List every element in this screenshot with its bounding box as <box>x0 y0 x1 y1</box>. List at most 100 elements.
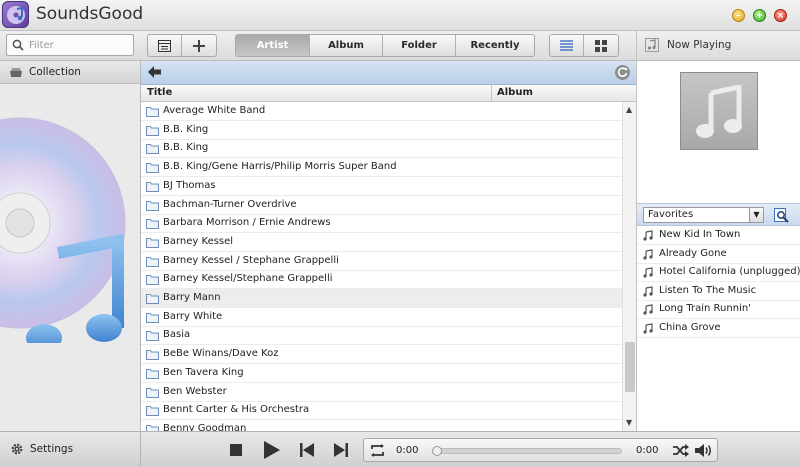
folder-icon <box>146 368 159 379</box>
collection-icon <box>10 68 22 77</box>
next-track-icon[interactable] <box>334 443 348 457</box>
artist-name: Ben Tavera King <box>163 366 244 378</box>
list-scrollbar[interactable]: ▲ ▼ <box>622 102 636 431</box>
list-row[interactable]: Barney Kessel / Stephane Grappelli <box>141 252 622 271</box>
title-bar: SoundsGood – + × <box>0 0 800 31</box>
album-column-header[interactable]: Album <box>497 87 533 98</box>
playlist-track[interactable]: Long Train Runnin' <box>637 300 800 320</box>
app-logo-icon <box>2 1 29 28</box>
back-arrow-icon[interactable] <box>148 66 161 78</box>
artist-name: Bennt Carter & His Orchestra <box>163 404 310 416</box>
playlist-search-icon[interactable] <box>774 208 790 223</box>
filter-input[interactable] <box>29 37 129 53</box>
grid-view-icon <box>595 39 607 52</box>
repeat-icon[interactable] <box>370 444 385 457</box>
tab-recently[interactable]: Recently <box>456 35 534 56</box>
filter-box[interactable] <box>6 34 134 56</box>
list-row[interactable]: Bennt Carter & His Orchestra <box>141 401 622 421</box>
folder-icon <box>146 350 159 361</box>
music-note-icon <box>643 248 653 260</box>
tab-folder[interactable]: Folder <box>383 35 456 56</box>
music-note-icon <box>643 267 653 278</box>
list-row[interactable]: B.B. King/Gene Harris/Philip Morris Supe… <box>141 158 622 178</box>
list-row[interactable]: B.B. King <box>141 121 622 140</box>
list-row[interactable]: Barbara Morrison / Ernie Andrews <box>141 214 622 234</box>
list-row[interactable]: Barney Kessel <box>141 233 622 252</box>
stop-button-icon[interactable] <box>230 444 242 456</box>
close-button[interactable]: × <box>774 9 787 22</box>
track-title: Hotel California (unplugged) <box>659 266 800 278</box>
list-row[interactable]: Barney Kessel/Stephane Grappelli <box>141 270 622 290</box>
music-note-icon <box>696 85 742 138</box>
grid-view-button[interactable] <box>584 35 618 56</box>
minimize-button[interactable]: – <box>732 9 745 22</box>
navigation-bar <box>141 61 636 85</box>
track-title: New Kid In Town <box>659 229 741 240</box>
playlist-track[interactable]: China Grove <box>637 319 800 338</box>
maximize-button[interactable]: + <box>753 9 766 22</box>
column-divider[interactable] <box>491 85 492 102</box>
list-row[interactable]: Barry Mann <box>141 289 622 308</box>
gear-icon <box>11 443 23 455</box>
remaining-time: 0:00 <box>636 445 659 456</box>
artist-name: B.B. King <box>163 142 209 154</box>
list-row[interactable]: BeBe Winans/Dave Koz <box>141 345 622 365</box>
plus-icon <box>193 39 205 52</box>
artist-name: Basia <box>163 329 191 341</box>
add-button[interactable] <box>182 35 216 56</box>
tab-artist[interactable]: Artist <box>236 35 310 56</box>
now-playing-panel: Favorites ▼ New Kid In Town Already Gone H… <box>636 61 800 431</box>
list-row[interactable]: Benny Goodman <box>141 420 622 431</box>
music-note-icon <box>643 323 653 334</box>
playlist-track[interactable]: Already Gone <box>637 245 800 264</box>
artist-name: Average White Band <box>163 105 266 116</box>
folder-icon <box>146 275 159 286</box>
playlist-select[interactable]: Favorites ▼ <box>643 207 764 223</box>
playlist-track[interactable]: Listen To The Music <box>637 282 800 301</box>
list-row[interactable]: Barry White <box>141 308 622 327</box>
playlist-selector-bar: Favorites ▼ <box>637 203 800 226</box>
artist-name: Barry Mann <box>163 292 221 303</box>
previous-track-icon[interactable] <box>300 443 314 457</box>
list-view-icon <box>560 40 573 51</box>
search-icon <box>12 39 24 51</box>
artist-name: B.B. King/Gene Harris/Philip Morris Supe… <box>163 161 397 173</box>
list-row[interactable]: Average White Band <box>141 102 622 121</box>
list-row[interactable]: Ben Tavera King <box>141 364 622 383</box>
track-title: China Grove <box>659 322 721 333</box>
artist-name: BJ Thomas <box>163 179 216 191</box>
sidebar-item-collection[interactable]: Collection <box>0 61 140 84</box>
list-view-button[interactable] <box>550 35 584 56</box>
elapsed-time: 0:00 <box>396 445 419 456</box>
list-row[interactable]: B.B. King <box>141 139 622 159</box>
playlist-track[interactable]: Hotel California (unplugged) <box>637 263 800 283</box>
folder-icon <box>146 163 159 174</box>
library-actions <box>147 34 217 57</box>
settings-button[interactable]: Settings <box>0 432 141 467</box>
chevron-down-icon[interactable]: ▼ <box>749 208 763 222</box>
play-button-icon[interactable] <box>264 441 280 459</box>
list-row[interactable]: BJ Thomas <box>141 177 622 196</box>
scroll-up-arrow-icon[interactable]: ▲ <box>626 105 632 114</box>
playlist-track[interactable]: New Kid In Town <box>637 226 800 245</box>
seek-control: 0:00 0:00 <box>363 438 718 462</box>
list-row[interactable]: Bachman-Turner Overdrive <box>141 196 622 215</box>
list-row[interactable]: Basia <box>141 326 622 346</box>
music-note-icon <box>643 304 653 315</box>
refresh-button[interactable] <box>615 65 630 80</box>
volume-icon[interactable] <box>695 443 713 458</box>
seek-slider[interactable] <box>432 446 622 456</box>
scroll-down-arrow-icon[interactable]: ▼ <box>626 418 632 427</box>
scroll-thumb[interactable] <box>625 342 635 392</box>
track-title: Already Gone <box>659 247 727 259</box>
playlist-icon <box>158 39 171 52</box>
title-column-header[interactable]: Title <box>147 87 172 98</box>
tab-album[interactable]: Album <box>310 35 383 56</box>
sidebar: Collection <box>0 61 141 431</box>
folder-icon <box>146 219 159 230</box>
playlist-button[interactable] <box>148 35 182 56</box>
artist-name: BeBe Winans/Dave Koz <box>163 348 279 360</box>
list-row[interactable]: Ben Webster <box>141 383 622 402</box>
seek-slider-knob[interactable] <box>432 446 442 456</box>
shuffle-icon[interactable] <box>673 444 689 457</box>
